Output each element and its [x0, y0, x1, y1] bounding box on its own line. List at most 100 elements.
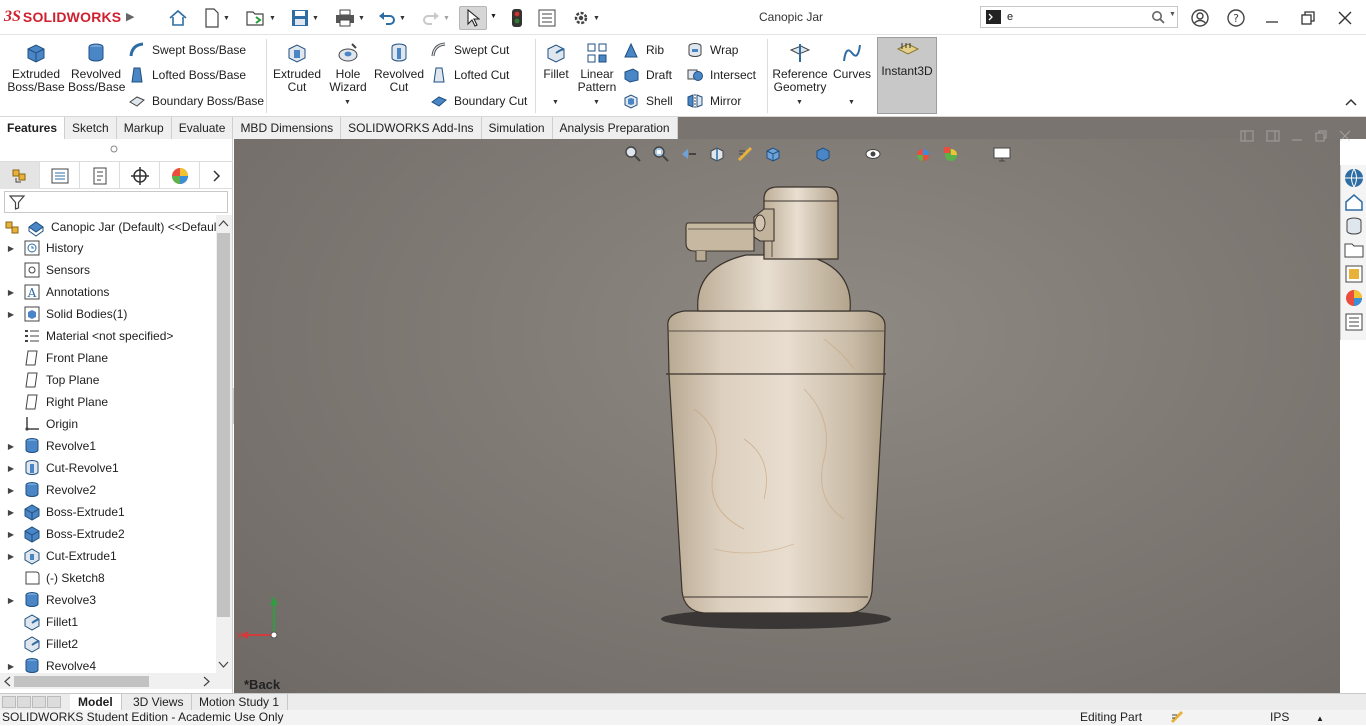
- design-library-tab[interactable]: [1343, 191, 1365, 213]
- expand-arrow-icon[interactable]: ▶: [0, 244, 22, 253]
- undo-button[interactable]: ▼: [374, 6, 410, 30]
- tree-item-top-plane[interactable]: Top Plane: [0, 369, 216, 391]
- expand-arrow-icon[interactable]: ▶: [0, 662, 22, 671]
- tree-item-solid-bodies-1[interactable]: ▶ Solid Bodies(1): [0, 303, 216, 325]
- rebuild-status-icon[interactable]: [1170, 710, 1186, 724]
- section-view-icon[interactable]: [708, 145, 726, 163]
- file-properties-button[interactable]: [536, 6, 558, 30]
- rebuild-button[interactable]: [506, 6, 528, 30]
- tree-item-revolve2[interactable]: ▶ Revolve2: [0, 479, 216, 501]
- shell-button[interactable]: Shell: [622, 92, 673, 110]
- tree-horizontal-scroll-thumb[interactable]: [14, 676, 149, 687]
- tree-item-cut-extrude1[interactable]: ▶ Cut-Extrude1: [0, 545, 216, 567]
- view-settings-icon[interactable]: [992, 145, 1012, 163]
- expand-arrow-icon[interactable]: ▶: [0, 508, 22, 517]
- chevron-down-icon[interactable]: ▼: [796, 99, 803, 106]
- custom-properties-tab[interactable]: [1343, 311, 1365, 333]
- linear-pattern-button[interactable]: Linear Pattern: [575, 41, 619, 94]
- revolved-cut-button[interactable]: Revolved Cut: [372, 41, 426, 94]
- tree-item-boss-extrude2[interactable]: ▶ Boss-Extrude2: [0, 523, 216, 545]
- tree-item-revolve4[interactable]: ▶ Revolve4: [0, 655, 216, 673]
- expand-arrow-icon[interactable]: ▶: [0, 552, 22, 561]
- lofted-cut-button[interactable]: Lofted Cut: [430, 66, 509, 84]
- scroll-left-icon[interactable]: [3, 676, 11, 687]
- tree-item-history[interactable]: ▶ History: [0, 237, 216, 259]
- fillet-button[interactable]: Fillet: [538, 41, 574, 81]
- unit-system[interactable]: IPS: [1270, 710, 1289, 725]
- bottom-tab-motion-study-1[interactable]: Motion Study 1: [191, 694, 289, 711]
- redo-button[interactable]: ▼: [418, 6, 454, 30]
- tab-display-manager[interactable]: [160, 162, 200, 189]
- expand-arrow-icon[interactable]: ▶: [0, 596, 22, 605]
- extruded-cut-button[interactable]: Extruded Cut: [270, 41, 324, 94]
- revolved-boss-button[interactable]: Revolved Boss/Base: [68, 41, 125, 94]
- previous-view-icon[interactable]: [680, 145, 698, 163]
- draft-button[interactable]: Draft: [622, 66, 672, 84]
- tree-item-sketch8[interactable]: (-) Sketch8: [0, 567, 216, 589]
- tab-analysis-preparation[interactable]: Analysis Preparation: [552, 117, 678, 139]
- hide-show-items-icon[interactable]: [864, 145, 882, 163]
- chevron-up-icon[interactable]: ▲: [1316, 711, 1324, 726]
- help-button[interactable]: ?: [1226, 8, 1246, 28]
- options-button[interactable]: ▼: [566, 6, 606, 30]
- expand-arrow-icon[interactable]: ▶: [0, 464, 22, 473]
- zoom-to-fit-icon[interactable]: [624, 145, 642, 163]
- instant3d-button[interactable]: Instant3D: [877, 37, 937, 114]
- tab-markup[interactable]: Markup: [116, 117, 172, 139]
- tree-root[interactable]: Canopic Jar (Default) <<Default: [0, 217, 220, 239]
- scroll-up-icon[interactable]: [218, 219, 229, 227]
- tree-item-cut-revolve1[interactable]: ▶ Cut-Revolve1: [0, 457, 216, 479]
- graphics-area[interactable]: Y X *Back: [234, 130, 1351, 694]
- zoom-to-area-icon[interactable]: [652, 145, 670, 163]
- dynamic-annotation-icon[interactable]: [736, 145, 754, 163]
- tile-left-icon[interactable]: [1240, 129, 1254, 143]
- tab-mbd-dimensions[interactable]: MBD Dimensions: [233, 117, 342, 139]
- chevron-down-icon[interactable]: ▼: [344, 99, 351, 106]
- command-search-box[interactable]: e ▼: [980, 6, 1178, 28]
- hole-wizard-button[interactable]: Hole Wizard: [326, 41, 370, 94]
- restore-button[interactable]: [1298, 8, 1318, 28]
- save-button[interactable]: ▼: [286, 6, 324, 30]
- expand-arrow-icon[interactable]: ▶: [0, 288, 22, 297]
- apply-scene-icon[interactable]: [942, 145, 960, 163]
- minimize-button[interactable]: [1262, 8, 1282, 28]
- tab-sketch[interactable]: Sketch: [65, 117, 117, 139]
- solidworks-resources-tab[interactable]: [1343, 167, 1365, 189]
- tab-solidworks-add-ins[interactable]: SOLIDWORKS Add-Ins: [341, 117, 482, 139]
- scroll-down-icon[interactable]: [218, 661, 229, 669]
- tree-vertical-scroll-thumb[interactable]: [217, 233, 230, 617]
- chevron-down-icon[interactable]: ▼: [848, 99, 855, 106]
- tree-item-boss-extrude1[interactable]: ▶ Boss-Extrude1: [0, 501, 216, 523]
- tab-feature-manager[interactable]: [0, 162, 40, 189]
- boundary-cut-button[interactable]: Boundary Cut: [430, 92, 527, 110]
- tab-property-manager[interactable]: [40, 162, 80, 189]
- bottom-tab-3d-views[interactable]: 3D Views: [125, 694, 193, 711]
- print-button[interactable]: ▼: [330, 6, 370, 30]
- next-tab-icon[interactable]: [32, 696, 46, 708]
- view-palette-tab[interactable]: [1343, 263, 1365, 285]
- new-document-button[interactable]: ▼: [198, 6, 236, 30]
- account-button[interactable]: [1190, 8, 1210, 28]
- expand-arrow-icon[interactable]: ▶: [0, 530, 22, 539]
- tree-item-sensors[interactable]: Sensors: [0, 259, 216, 281]
- tree-item-right-plane[interactable]: Right Plane: [0, 391, 216, 413]
- tree-item-fillet1[interactable]: Fillet1: [0, 611, 216, 633]
- edit-appearance-icon[interactable]: [914, 145, 932, 163]
- tree-item-front-plane[interactable]: Front Plane: [0, 347, 216, 369]
- intersect-button[interactable]: Intersect: [686, 66, 756, 84]
- viewport-close-icon[interactable]: [1338, 129, 1352, 143]
- close-button[interactable]: [1335, 8, 1355, 28]
- tree-item-revolve1[interactable]: ▶ Revolve1: [0, 435, 216, 457]
- more-tabs-button[interactable]: [200, 162, 232, 189]
- chevron-down-icon[interactable]: ▼: [490, 13, 497, 20]
- curves-button[interactable]: Curves: [832, 41, 872, 81]
- reference-geometry-button[interactable]: Reference Geometry: [770, 41, 830, 94]
- panel-pin-icon[interactable]: [110, 145, 118, 153]
- search-input[interactable]: e: [1007, 11, 1013, 23]
- collapse-ribbon-icon[interactable]: [1344, 97, 1358, 107]
- first-tab-icon[interactable]: [2, 696, 16, 708]
- boundary-boss-button[interactable]: Boundary Boss/Base: [128, 92, 264, 110]
- chevron-right-icon[interactable]: ▶: [126, 10, 134, 23]
- tree-item-fillet2[interactable]: Fillet2: [0, 633, 216, 655]
- tree-filter-box[interactable]: [4, 191, 228, 213]
